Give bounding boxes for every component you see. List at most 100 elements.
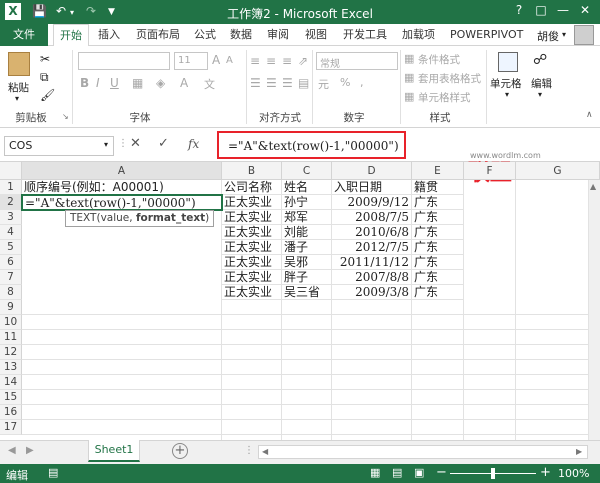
table-cell[interactable]: 2011/11/12 bbox=[332, 255, 412, 270]
table-cell[interactable]: 广东 bbox=[412, 285, 464, 300]
scroll-up-icon[interactable]: ▲ bbox=[590, 182, 596, 191]
cancel-icon[interactable]: ✕ bbox=[130, 136, 141, 151]
tab-file[interactable]: 文件 bbox=[0, 24, 48, 46]
add-sheet-icon[interactable]: + bbox=[172, 443, 188, 459]
cells-button[interactable]: 单元格 bbox=[490, 76, 522, 91]
table-cell[interactable]: 广东 bbox=[412, 270, 464, 285]
header-cell[interactable]: 入职日期 bbox=[332, 180, 412, 195]
align-left-icon[interactable]: ☰ bbox=[250, 76, 261, 90]
table-cell[interactable]: 孙宁 bbox=[282, 195, 332, 210]
minimize-icon[interactable]: — bbox=[552, 3, 574, 19]
underline-icon[interactable]: U bbox=[110, 76, 119, 90]
horizontal-scrollbar[interactable] bbox=[258, 445, 588, 459]
comma-icon[interactable]: , bbox=[360, 76, 364, 89]
tab-review[interactable]: 审阅 bbox=[261, 24, 295, 46]
row-header[interactable]: 9 bbox=[0, 300, 22, 315]
orientation-icon[interactable]: ⇗ bbox=[298, 54, 308, 68]
column-header-d[interactable]: D bbox=[332, 162, 412, 180]
scroll-right-icon[interactable]: ▶ bbox=[576, 447, 582, 456]
next-sheet-icon[interactable]: ▶ bbox=[26, 445, 34, 456]
formula-bar-grip-icon[interactable]: ⋮ bbox=[118, 138, 128, 149]
zoom-out-icon[interactable]: − bbox=[436, 465, 447, 480]
enter-icon[interactable]: ✓ bbox=[158, 136, 169, 151]
clipboard-launcher-icon[interactable]: ↘ bbox=[62, 112, 69, 121]
table-cell[interactable]: 2012/7/5 bbox=[332, 240, 412, 255]
editing-dropdown-icon[interactable]: ▾ bbox=[538, 90, 542, 99]
row-header[interactable]: 8 bbox=[0, 285, 22, 300]
align-bottom-icon[interactable]: ≡ bbox=[282, 54, 292, 68]
column-header-c[interactable]: C bbox=[282, 162, 332, 180]
align-top-icon[interactable]: ≡ bbox=[250, 54, 260, 68]
tab-view[interactable]: 视图 bbox=[299, 24, 333, 46]
zoom-in-icon[interactable]: + bbox=[540, 465, 551, 480]
tab-addins[interactable]: 加载项 bbox=[396, 24, 441, 46]
font-color-icon[interactable]: A bbox=[180, 76, 188, 90]
tab-home[interactable]: 开始 bbox=[53, 24, 89, 47]
format-painter-icon[interactable]: 🖌 bbox=[40, 88, 55, 102]
italic-icon[interactable]: I bbox=[96, 76, 100, 90]
user-name[interactable]: 胡俊 bbox=[537, 28, 559, 44]
cells-dropdown-icon[interactable]: ▾ bbox=[505, 90, 509, 99]
avatar[interactable] bbox=[574, 25, 594, 45]
row-header[interactable]: 15 bbox=[0, 390, 22, 405]
table-cell[interactable]: 正太实业 bbox=[222, 210, 282, 225]
row-header[interactable]: 2 bbox=[0, 195, 22, 210]
select-all-corner[interactable] bbox=[0, 162, 22, 180]
header-cell[interactable]: 姓名 bbox=[282, 180, 332, 195]
border-icon[interactable]: ▦ bbox=[132, 76, 143, 90]
table-cell[interactable]: 2007/8/8 bbox=[332, 270, 412, 285]
table-cell[interactable]: 广东 bbox=[412, 225, 464, 240]
phonetic-icon[interactable]: 文 bbox=[204, 76, 215, 92]
row-header[interactable]: 11 bbox=[0, 330, 22, 345]
table-cell[interactable]: 正太实业 bbox=[222, 195, 282, 210]
font-name-box[interactable] bbox=[78, 52, 170, 70]
sheet-tab-sheet1[interactable]: Sheet1 bbox=[88, 440, 140, 462]
tab-powerpivot[interactable]: POWERPIVOT bbox=[444, 24, 529, 46]
percent-icon[interactable]: % bbox=[340, 76, 350, 89]
cell-a1[interactable]: 顺序编号(例如：A00001) bbox=[22, 180, 222, 195]
copy-icon[interactable]: ⧉ bbox=[40, 70, 49, 85]
table-cell[interactable]: 2008/7/5 bbox=[332, 210, 412, 225]
table-cell[interactable]: 2009/9/12 bbox=[332, 195, 412, 210]
page-layout-view-icon[interactable]: ▤ bbox=[392, 466, 402, 479]
vertical-scrollbar[interactable] bbox=[588, 180, 600, 440]
row-header[interactable]: 14 bbox=[0, 375, 22, 390]
tab-data[interactable]: 数据 bbox=[224, 24, 258, 46]
column-header-g[interactable]: G bbox=[516, 162, 600, 180]
user-dropdown-icon[interactable]: ▾ bbox=[562, 30, 566, 39]
header-cell[interactable]: 籍贯 bbox=[412, 180, 464, 195]
align-center-icon[interactable]: ☰ bbox=[266, 76, 277, 90]
header-cell[interactable]: 公司名称 bbox=[222, 180, 282, 195]
name-box-dropdown-icon[interactable]: ▾ bbox=[104, 140, 108, 149]
cells-icon[interactable] bbox=[498, 52, 518, 72]
table-cell[interactable]: 胖子 bbox=[282, 270, 332, 285]
tooltip-current-arg[interactable]: format_text bbox=[136, 212, 205, 224]
currency-icon[interactable]: 元 bbox=[318, 76, 329, 92]
tab-page-layout[interactable]: 页面布局 bbox=[130, 24, 186, 46]
scroll-left-icon[interactable]: ◀ bbox=[262, 447, 268, 456]
insert-function-icon[interactable]: fx bbox=[188, 137, 199, 151]
row-header[interactable]: 12 bbox=[0, 345, 22, 360]
column-header-e[interactable]: E bbox=[412, 162, 464, 180]
worksheet-grid[interactable]: A B C D E F G 顺序编号(例如：A00001) ="A"&text(… bbox=[0, 162, 600, 440]
font-size-box[interactable]: 11 bbox=[174, 52, 208, 70]
table-cell[interactable]: 正太实业 bbox=[222, 270, 282, 285]
help-button[interactable]: ? bbox=[508, 3, 530, 19]
ribbon-display-icon[interactable]: □ bbox=[530, 3, 552, 19]
zoom-level[interactable]: 100% bbox=[558, 467, 589, 480]
collapse-ribbon-icon[interactable]: ∧ bbox=[586, 110, 593, 120]
fill-color-icon[interactable]: ◈ bbox=[156, 76, 165, 90]
table-cell[interactable]: 正太实业 bbox=[222, 240, 282, 255]
table-cell[interactable]: 广东 bbox=[412, 240, 464, 255]
sheet-options-icon[interactable]: ⋮ bbox=[244, 445, 254, 456]
table-cell[interactable]: 郑军 bbox=[282, 210, 332, 225]
table-cell[interactable]: 吴邪 bbox=[282, 255, 332, 270]
editing-button[interactable]: 编辑 bbox=[531, 76, 552, 91]
row-header[interactable]: 5 bbox=[0, 240, 22, 255]
table-cell[interactable]: 吴三省 bbox=[282, 285, 332, 300]
column-header-b[interactable]: B bbox=[222, 162, 282, 180]
table-cell[interactable]: 广东 bbox=[412, 195, 464, 210]
cell-style-button[interactable]: 单元格样式 bbox=[418, 90, 471, 105]
shrink-font-icon[interactable]: A bbox=[226, 55, 233, 66]
row-header[interactable]: 1 bbox=[0, 180, 22, 195]
